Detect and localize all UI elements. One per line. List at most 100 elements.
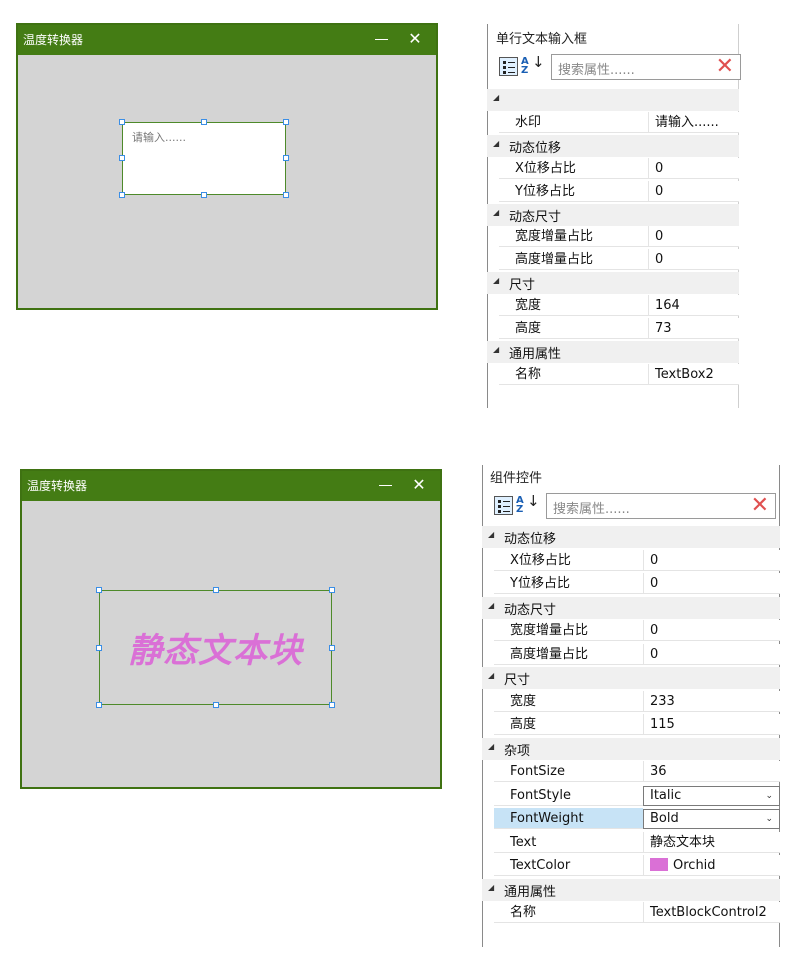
property-row[interactable]: 名称 TextBlockControl2 — [482, 902, 780, 924]
property-name: 宽度 — [499, 295, 648, 317]
property-value-field[interactable]: TextBlockControl2 — [643, 902, 780, 923]
categorized-icon[interactable] — [499, 57, 518, 76]
property-category[interactable]: ◢ 通用属性 — [487, 340, 739, 363]
chevron-down-icon[interactable]: ⌄ — [765, 787, 773, 805]
triangle-collapse-icon[interactable]: ◢ — [488, 742, 494, 751]
triangle-collapse-icon[interactable]: ◢ — [488, 601, 494, 610]
property-row[interactable]: FontSize 36 — [482, 761, 780, 783]
resize-handle-ne[interactable] — [329, 587, 335, 593]
property-row[interactable]: 宽度增量占比 0 — [482, 620, 780, 642]
resize-handle-ne[interactable] — [283, 119, 289, 125]
resize-handle-n[interactable] — [201, 119, 207, 125]
resize-handle-s[interactable] — [213, 702, 219, 708]
property-value-dropdown[interactable]: Italic ⌄ — [643, 785, 780, 806]
property-value-field[interactable]: 0 — [643, 643, 780, 665]
chevron-down-icon[interactable]: ⌄ — [765, 810, 773, 828]
resize-handle-sw[interactable] — [119, 192, 125, 198]
minimize-button[interactable] — [370, 471, 400, 501]
property-value-field[interactable]: 0 — [643, 620, 780, 641]
textblock-control[interactable]: 静态文本块 — [99, 590, 332, 705]
property-value-field[interactable]: 115 — [643, 714, 780, 735]
property-row[interactable]: 水印 请输入...... — [487, 111, 739, 134]
property-category[interactable]: ◢ 动态位移 — [482, 526, 780, 548]
property-row[interactable]: FontStyle Italic ⌄ — [482, 784, 780, 807]
resize-handle-e[interactable] — [283, 155, 289, 161]
property-name: X位移占比 — [499, 157, 648, 179]
resize-handle-n[interactable] — [213, 587, 219, 593]
property-value-field[interactable]: 233 — [643, 690, 780, 712]
resize-handle-sw[interactable] — [96, 702, 102, 708]
triangle-collapse-icon[interactable]: ◢ — [488, 671, 494, 680]
triangle-collapse-icon[interactable]: ◢ — [488, 530, 494, 539]
property-row[interactable]: 高度增量占比 0 — [487, 249, 739, 271]
property-row[interactable]: Text 静态文本块 — [482, 831, 780, 854]
property-row[interactable]: 名称 TextBox2 — [487, 363, 739, 386]
property-value: 164 — [655, 298, 680, 314]
clear-search-icon[interactable]: ✕ — [751, 494, 769, 518]
property-value-field[interactable]: TextBox2 — [648, 363, 739, 385]
property-row[interactable]: 宽度 164 — [487, 295, 739, 317]
resize-handle-se[interactable] — [283, 192, 289, 198]
window-titlebar: 温度转换器 ✕ — [18, 25, 436, 55]
property-value-field[interactable]: 36 — [643, 761, 780, 782]
sort-az-icon[interactable]: A Z ↓ — [516, 494, 540, 515]
resize-handle-se[interactable] — [329, 702, 335, 708]
property-row[interactable]: 宽度增量占比 0 — [487, 226, 739, 248]
close-button[interactable]: ✕ — [400, 25, 430, 55]
property-value: 233 — [650, 693, 675, 709]
property-category[interactable]: ◢ — [487, 89, 739, 111]
property-value-dropdown[interactable]: Bold ⌄ — [643, 809, 780, 829]
property-row[interactable]: X位移占比 0 — [482, 549, 780, 572]
property-category[interactable]: ◢ 动态位移 — [487, 134, 739, 157]
property-value-field[interactable]: 0 — [648, 157, 739, 179]
property-row[interactable]: X位移占比 0 — [487, 157, 739, 180]
property-value-field[interactable]: 0 — [643, 573, 780, 594]
property-category[interactable]: ◢ 动态尺寸 — [482, 596, 780, 619]
property-row[interactable]: Y位移占比 0 — [487, 180, 739, 203]
triangle-collapse-icon[interactable]: ◢ — [493, 345, 499, 354]
triangle-collapse-icon[interactable]: ◢ — [493, 276, 499, 285]
property-row[interactable]: 高度 115 — [482, 714, 780, 736]
textbox-control[interactable]: 请输入...... — [122, 122, 286, 195]
property-category[interactable]: ◢ 尺寸 — [482, 667, 780, 689]
property-row[interactable]: FontWeight Bold ⌄ — [482, 808, 780, 830]
property-category[interactable]: ◢ 通用属性 — [482, 878, 780, 901]
clear-search-icon[interactable]: ✕ — [716, 55, 734, 79]
property-row[interactable]: 宽度 233 — [482, 690, 780, 713]
sort-az-icon[interactable]: A Z ↓ — [521, 55, 545, 76]
property-value-field[interactable]: 0 — [648, 226, 739, 248]
property-category[interactable]: ◢ 动态尺寸 — [487, 203, 739, 226]
close-button[interactable]: ✕ — [404, 471, 434, 501]
property-row[interactable]: Y位移占比 0 — [482, 573, 780, 595]
minimize-button[interactable] — [366, 25, 396, 55]
property-value-field[interactable]: Orchid — [643, 855, 780, 876]
resize-handle-nw[interactable] — [119, 119, 125, 125]
property-row[interactable]: 高度增量占比 0 — [482, 643, 780, 666]
property-value-field[interactable]: 请输入...... — [648, 111, 739, 133]
property-value-field[interactable]: 164 — [648, 295, 739, 317]
window-title: 温度转换器 — [27, 479, 88, 493]
categorized-icon[interactable] — [494, 496, 513, 515]
property-category-label: 通用属性 — [504, 884, 557, 900]
resize-handle-w[interactable] — [119, 155, 125, 161]
property-value-field[interactable]: 静态文本块 — [643, 831, 780, 853]
triangle-collapse-icon[interactable]: ◢ — [493, 139, 499, 148]
property-row[interactable]: 高度 73 — [487, 318, 739, 340]
resize-handle-e[interactable] — [329, 645, 335, 651]
resize-handle-w[interactable] — [96, 645, 102, 651]
property-value-field[interactable]: 73 — [648, 318, 739, 339]
property-value-field[interactable]: 0 — [643, 549, 780, 571]
property-value-field[interactable]: 0 — [648, 180, 739, 202]
triangle-collapse-icon[interactable]: ◢ — [493, 93, 499, 102]
triangle-collapse-icon[interactable]: ◢ — [493, 208, 499, 217]
property-row[interactable]: TextColor Orchid — [482, 855, 780, 877]
property-category[interactable]: ◢ 尺寸 — [487, 272, 739, 295]
property-search-input[interactable]: 搜索属性...... ✕ — [546, 493, 776, 519]
property-search-input[interactable]: 搜索属性...... ✕ — [551, 54, 741, 80]
property-category[interactable]: ◢ 杂项 — [482, 737, 780, 760]
resize-handle-s[interactable] — [201, 192, 207, 198]
resize-handle-nw[interactable] — [96, 587, 102, 593]
property-value-field[interactable]: 0 — [648, 249, 739, 271]
window-title: 温度转换器 — [23, 33, 84, 47]
triangle-collapse-icon[interactable]: ◢ — [488, 883, 494, 892]
